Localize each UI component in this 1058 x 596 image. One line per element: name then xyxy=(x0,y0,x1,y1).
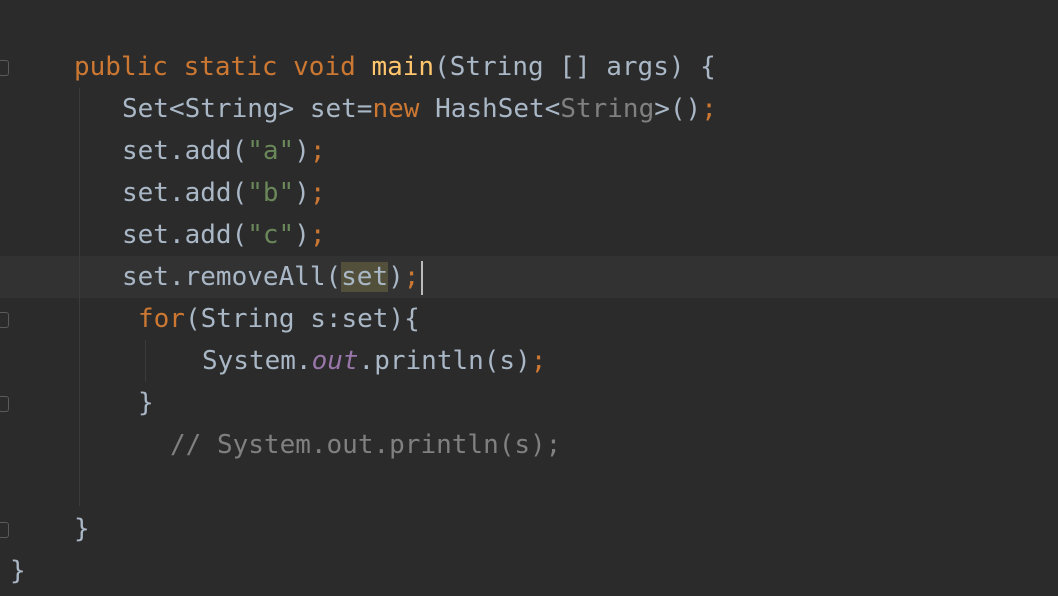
text-caret xyxy=(421,260,424,295)
code-editor[interactable]: public static void main(String [] args) … xyxy=(0,0,1058,596)
string-token: "a" xyxy=(247,136,295,166)
keyword-token: new xyxy=(372,94,420,124)
code-line-current[interactable]: set.removeAll(set); xyxy=(122,256,424,298)
code-token: ) xyxy=(294,136,310,166)
code-line[interactable]: set.add("a"); xyxy=(122,130,326,172)
code-line[interactable]: Set<String> set=new HashSet<String>(); xyxy=(122,88,717,130)
code-token: ) xyxy=(294,220,310,250)
closing-brace: } xyxy=(138,388,154,418)
comment-token: // System.out.println(s); xyxy=(170,430,562,460)
code-line[interactable]: // System.out.println(s); xyxy=(170,424,561,466)
keyword-token: public xyxy=(74,52,168,82)
code-line[interactable]: set.add("b"); xyxy=(122,172,326,214)
code-token: set.add( xyxy=(122,136,248,166)
generic-type-token: String xyxy=(560,94,655,124)
code-line[interactable]: public static void main(String [] args) … xyxy=(74,46,716,88)
code-line[interactable]: for(String s:set){ xyxy=(138,298,420,340)
code-token: ) xyxy=(294,178,310,208)
code-token: (String s:set){ xyxy=(184,304,420,334)
code-token: set.removeAll( xyxy=(122,262,342,292)
code-line[interactable]: System.out.println(s); xyxy=(202,340,546,382)
code-line[interactable]: } xyxy=(10,550,26,592)
semicolon-token: ; xyxy=(530,346,547,376)
closing-brace: } xyxy=(10,556,26,586)
keyword-token: for xyxy=(138,304,185,334)
method-name-token: main xyxy=(371,52,435,82)
semicolon-token: ; xyxy=(309,178,326,208)
fold-marker-icon[interactable] xyxy=(0,312,9,328)
fold-marker-icon[interactable] xyxy=(0,60,9,76)
string-token: "c" xyxy=(247,220,295,250)
code-token: set.add( xyxy=(122,220,248,250)
code-token: Set<String> set= xyxy=(122,94,373,124)
code-token: System. xyxy=(202,346,312,376)
keyword-token: static xyxy=(183,52,278,82)
code-token: (String [] args) { xyxy=(434,52,716,82)
semicolon-token: ; xyxy=(309,136,326,166)
semicolon-token: ; xyxy=(701,94,717,124)
code-line[interactable]: } xyxy=(74,508,90,550)
code-token: ) xyxy=(388,262,404,292)
closing-brace: } xyxy=(74,514,90,544)
code-token: set.add( xyxy=(122,178,248,208)
code-token: HashSet< xyxy=(419,94,561,124)
indent-guide xyxy=(79,88,80,506)
code-line[interactable]: } xyxy=(138,382,154,424)
static-field-token: out xyxy=(311,346,359,376)
code-line[interactable]: set.add("c"); xyxy=(122,214,326,256)
indent-guide xyxy=(145,340,146,382)
fold-marker-icon[interactable] xyxy=(0,522,9,538)
semicolon-token: ; xyxy=(403,262,420,292)
highlighted-usage-token: set xyxy=(341,262,389,292)
keyword-token: void xyxy=(293,52,356,82)
code-token: .println(s) xyxy=(358,346,531,376)
fold-marker-icon[interactable] xyxy=(0,396,9,412)
code-token: >() xyxy=(654,94,702,124)
semicolon-token: ; xyxy=(309,220,326,250)
string-token: "b" xyxy=(247,178,295,208)
